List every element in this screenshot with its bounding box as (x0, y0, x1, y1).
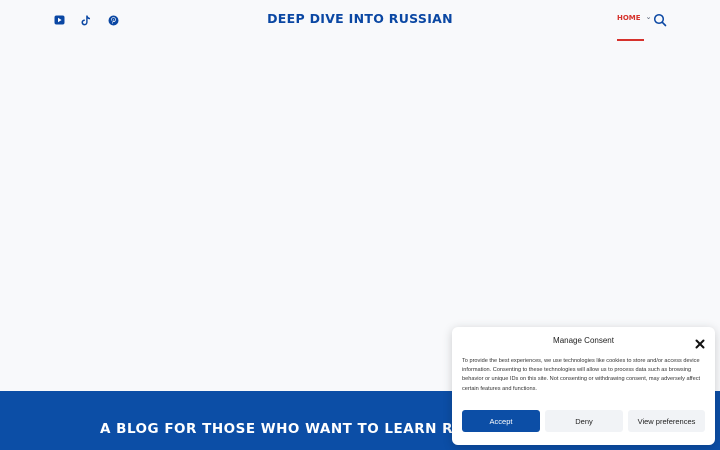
view-preferences-button[interactable]: View preferences (628, 410, 705, 432)
consent-message: To provide the best experiences, we use … (462, 358, 701, 392)
pinterest-icon[interactable] (106, 13, 120, 27)
search-icon[interactable] (653, 13, 667, 27)
site-title-link[interactable]: DEEP DIVE INTO RUSSIAN (267, 11, 453, 26)
consent-title: Manage Consent (553, 336, 614, 345)
accept-button[interactable]: Accept (462, 410, 540, 432)
close-icon[interactable] (695, 336, 705, 349)
tiktok-icon[interactable] (79, 13, 93, 27)
consent-dialog: Manage Consent To provide the best exper… (452, 327, 715, 445)
nav-active-indicator (617, 39, 644, 41)
deny-button[interactable]: Deny (545, 410, 623, 432)
social-links (52, 13, 120, 27)
nav-item-home[interactable]: HOME ⌄ (617, 13, 652, 40)
consent-actions: Accept Deny View preferences (462, 410, 705, 432)
nav-home-label: HOME (617, 14, 641, 22)
chevron-down-icon[interactable]: ⌄ (646, 13, 652, 21)
site-header: DEEP DIVE INTO RUSSIAN HOME ⌄ (0, 0, 720, 42)
youtube-icon[interactable] (52, 13, 66, 27)
